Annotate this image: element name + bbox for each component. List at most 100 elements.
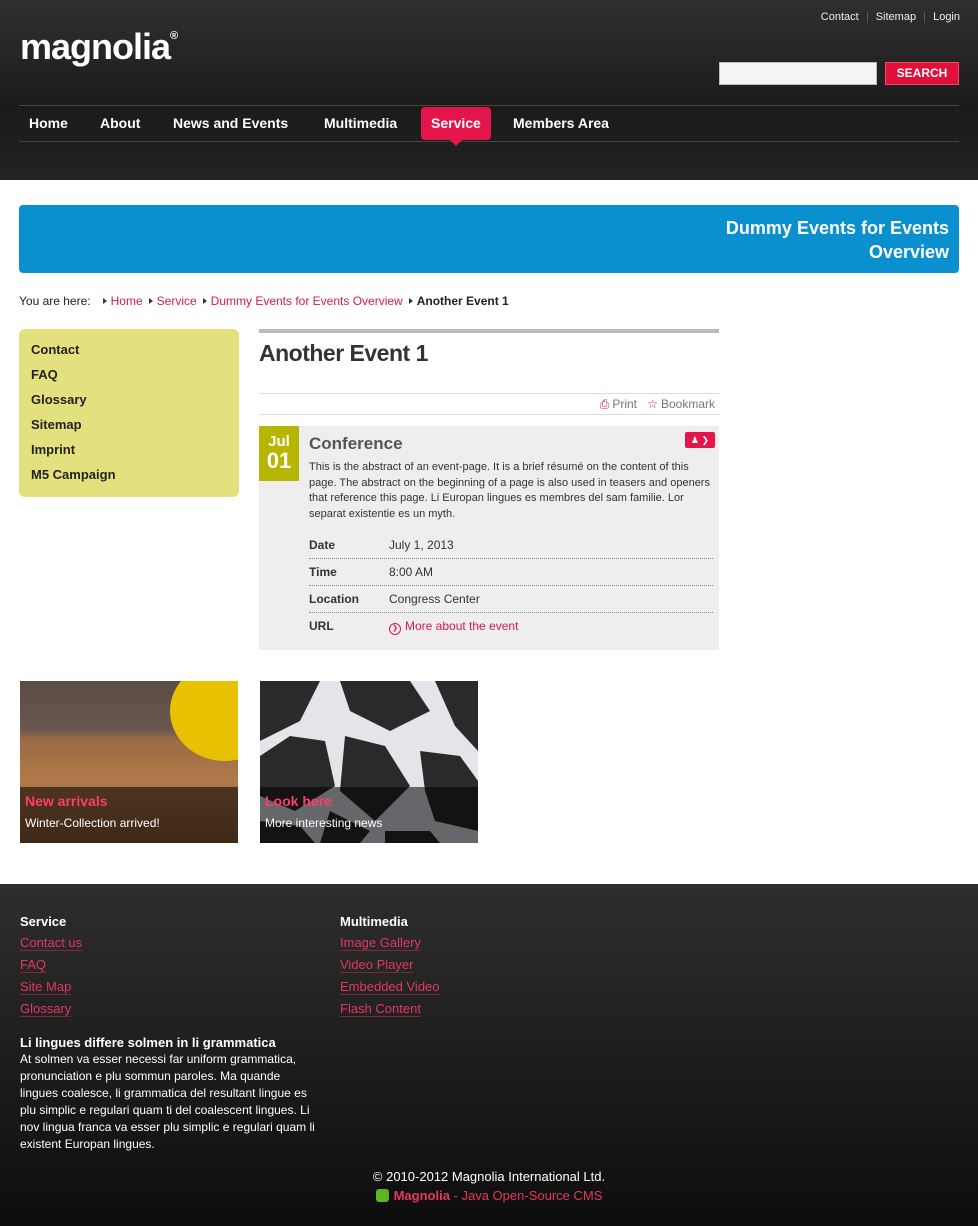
event-value: July 1, 2013 (389, 538, 454, 552)
footer-link-text: Video Player (340, 957, 414, 973)
sidebar-nav: Contact FAQ Glossary Sitemap Imprint M5 … (19, 329, 239, 497)
event-feed-icons[interactable]: ♟ ❯ (685, 432, 715, 448)
footer-link-text: Glossary (20, 1001, 72, 1017)
print-button[interactable]: ⎙ Print (600, 397, 637, 412)
footer-link-faq[interactable]: FAQ (20, 957, 82, 979)
nav-news-and-events[interactable]: News and Events (163, 107, 298, 140)
powered-brand-link[interactable]: Magnolia (394, 1188, 450, 1203)
section-banner: Dummy Events for Events Overview (19, 205, 959, 273)
footer-link-contact-us[interactable]: Contact us (20, 935, 83, 957)
breadcrumb: You are here: Home Service Dummy Events … (19, 294, 509, 308)
footer-link-video-player[interactable]: Video Player (340, 957, 440, 979)
footer-link-embedded-video[interactable]: Embedded Video (340, 979, 440, 1001)
teaser-look-here[interactable]: Look here More interesting news (260, 681, 478, 843)
nav-service[interactable]: Service (421, 107, 491, 146)
powered-by: Magnolia - Java Open-Source CMS (0, 1188, 978, 1203)
sidebar-item-contact[interactable]: Contact (31, 341, 227, 366)
event-value: 8:00 AM (389, 565, 434, 579)
site-header: magnolia® Contact Sitemap Login SEARCH H… (0, 0, 978, 180)
search-button[interactable]: SEARCH (885, 62, 959, 85)
footer-link-text: FAQ (20, 957, 47, 973)
sidebar-item-glossary[interactable]: Glossary (31, 391, 227, 416)
copyright: © 2010-2012 Magnolia International Ltd. (372, 1169, 606, 1184)
event-url-text: More about the event (405, 619, 519, 633)
footer-link-text: Embedded Video (340, 979, 440, 995)
footer-link-image-gallery[interactable]: Image Gallery (340, 935, 440, 957)
breadcrumb-home[interactable]: Home (111, 294, 143, 308)
sidebar-item-faq[interactable]: FAQ (31, 366, 227, 391)
person-icon: ♟ (690, 435, 699, 445)
footer-link-glossary[interactable]: Glossary (20, 1001, 82, 1023)
footer-link-text: Site Map (20, 979, 72, 995)
teaser-caption: Look here More interesting news (260, 787, 478, 843)
meta-link-login[interactable]: Login (924, 11, 960, 23)
breadcrumb-current: Another Event 1 (416, 294, 509, 308)
bookmark-button[interactable]: ☆ Bookmark (647, 397, 715, 411)
event-row-time: Time 8:00 AM (309, 559, 713, 586)
site-footer: Service Contact us FAQ Site Map Glossary… (0, 884, 978, 1226)
registered-mark: ® (170, 30, 178, 42)
footer-column-title: Multimedia (340, 914, 408, 929)
logo-text: magnolia (20, 26, 171, 67)
link-arrow-icon: ❯ (389, 623, 401, 635)
teaser-text: Winter-Collection arrived! (25, 816, 160, 830)
event-details: Date July 1, 2013 Time 8:00 AM Location … (309, 532, 713, 640)
footer-link-flash-content[interactable]: Flash Content (340, 1001, 440, 1023)
teaser-caption: New arrivals Winter-Collection arrived! (20, 787, 238, 843)
date-day: 01 (266, 448, 292, 473)
event-row-url: URL ❯ More about the event (309, 613, 713, 640)
event-row-date: Date July 1, 2013 (309, 532, 713, 559)
teaser-title: Look here (265, 793, 332, 809)
breadcrumb-label: You are here: (19, 294, 91, 308)
teaser-text: More interesting news (265, 816, 383, 830)
page-title: Another Event 1 (259, 340, 428, 366)
footer-column-title: Service (20, 914, 67, 929)
sidebar-item-m5-campaign[interactable]: M5 Campaign (31, 466, 227, 491)
teaser-new-arrivals[interactable]: New arrivals Winter-Collection arrived! (20, 681, 238, 843)
print-label: Print (612, 397, 637, 411)
event-row-location: Location Congress Center (309, 586, 713, 613)
event-value: Congress Center (389, 592, 480, 606)
breadcrumb-arrow-icon (202, 298, 207, 304)
breadcrumb-arrow-icon (148, 298, 153, 304)
date-badge: Jul 01 (259, 426, 299, 481)
nav-home[interactable]: Home (19, 107, 78, 140)
breadcrumb-events-overview[interactable]: Dummy Events for Events Overview (211, 294, 403, 308)
footer-link-text: Image Gallery (340, 935, 421, 951)
event-box: Jul 01 Conference ♟ ❯ This is the abstra… (259, 426, 719, 650)
magnolia-icon (375, 1189, 389, 1202)
footer-link-site-map[interactable]: Site Map (20, 979, 82, 1001)
footer-text-body: At solmen va esser necessi far uniform g… (20, 1052, 315, 1151)
event-abstract: This is the abstract of an event-page. I… (309, 461, 710, 521)
footer-column-multimedia: Multimedia Image Gallery Video Player Em… (340, 914, 440, 1023)
sidebar-item-sitemap[interactable]: Sitemap (31, 416, 227, 441)
event-label: Time (309, 565, 337, 579)
logo[interactable]: magnolia® (20, 26, 178, 68)
teaser-title: New arrivals (25, 793, 108, 809)
content-top-rule (259, 329, 719, 333)
date-month: Jul (268, 433, 290, 450)
nav-multimedia[interactable]: Multimedia (314, 107, 407, 140)
meta-link-contact[interactable]: Contact (821, 11, 859, 23)
footer-text-title: Li lingues differe solmen in li grammati… (20, 1035, 276, 1050)
breadcrumb-service[interactable]: Service (157, 294, 197, 308)
event-url-link[interactable]: ❯ More about the event (389, 613, 518, 640)
nav-about[interactable]: About (90, 107, 150, 140)
meta-link-sitemap[interactable]: Sitemap (866, 11, 916, 23)
banner-title: Dummy Events for Events Overview (725, 218, 949, 262)
breadcrumb-arrow-icon (408, 298, 413, 304)
bookmark-label: Bookmark (660, 397, 715, 411)
search-input[interactable] (719, 62, 877, 85)
sidebar-item-imprint[interactable]: Imprint (31, 441, 227, 466)
breadcrumb-arrow-icon (102, 298, 107, 304)
nav-members-area[interactable]: Members Area (503, 107, 619, 140)
teaser-image (170, 681, 238, 761)
footer-text-block: Li lingues differe solmen in li grammati… (20, 1034, 320, 1153)
star-icon: ☆ (647, 397, 658, 411)
event-label: Date (309, 538, 336, 552)
event-label: Location (309, 592, 359, 606)
meta-nav: Contact Sitemap Login (821, 11, 960, 23)
footer-link-text: Contact us (20, 935, 83, 951)
footer-link-text: Flash Content (340, 1001, 421, 1017)
powered-text: - Java Open-Source CMS (449, 1188, 603, 1203)
